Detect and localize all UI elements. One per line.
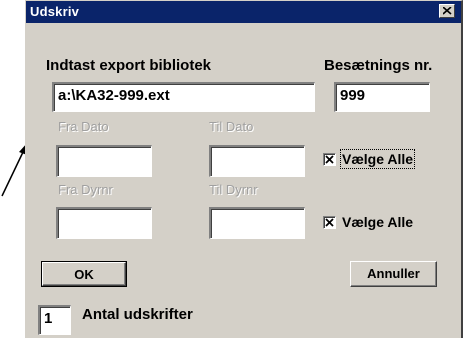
to-date-input[interactable] [209, 145, 305, 177]
ok-button[interactable]: OK [41, 261, 127, 287]
herd-number-label: Besætnings nr. [324, 57, 433, 74]
to-animal-label: Til Dyrnr [209, 182, 258, 197]
cancel-button[interactable]: Annuller [350, 261, 437, 287]
select-all-animals-label: Vælge Alle [342, 214, 414, 230]
copies-label: Antal udskrifter [82, 306, 193, 323]
to-date-label: Til Dato [209, 119, 254, 134]
check-x-icon [325, 218, 334, 227]
title-bar[interactable]: Udskriv [26, 1, 461, 23]
ok-button-label: OK [74, 267, 94, 282]
from-animal-input[interactable] [56, 207, 152, 239]
check-x-icon [325, 155, 334, 164]
select-all-dates-checkbox[interactable] [323, 153, 336, 166]
cancel-button-label: Annuller [367, 266, 420, 281]
to-animal-input[interactable] [209, 207, 305, 239]
from-animal-label: Fra Dyrnr [58, 182, 113, 197]
close-button[interactable] [439, 4, 455, 18]
export-directory-label: Indtast export bibliotek [46, 57, 212, 74]
copies-input[interactable]: 1 [38, 305, 71, 335]
window-title: Udskriv [30, 4, 80, 19]
close-x-icon [443, 7, 452, 15]
from-date-input[interactable] [56, 145, 152, 177]
herd-number-input[interactable]: 999 [334, 82, 430, 112]
select-all-animals-checkbox[interactable] [323, 216, 336, 229]
from-date-label: Fra Dato [58, 119, 109, 134]
export-directory-input[interactable]: a:\KA32-999.ext [52, 82, 315, 112]
print-dialog: Udskriv Indtast export bibliotek a:\KA32… [25, 0, 463, 338]
screenshot-stage: Udskriv Indtast export bibliotek a:\KA32… [0, 0, 464, 338]
select-all-dates-label[interactable]: Vælge Alle [339, 149, 416, 169]
